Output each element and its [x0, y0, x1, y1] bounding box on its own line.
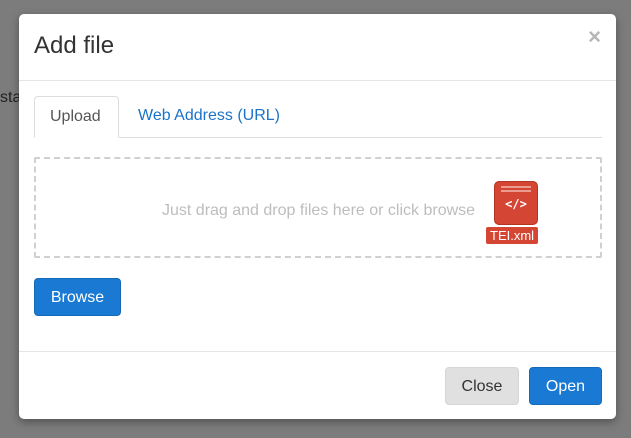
open-button[interactable]: Open [529, 367, 602, 405]
close-icon[interactable]: × [588, 26, 601, 48]
tab-bar: Upload Web Address (URL) [34, 96, 602, 138]
close-button[interactable]: Close [445, 367, 519, 405]
dialog-title: Add file [34, 32, 115, 59]
code-glyph: </> [505, 197, 527, 211]
tab-upload[interactable]: Upload [34, 96, 119, 138]
uploaded-file-thumbnail[interactable]: </> TEI.xml [486, 181, 546, 249]
footer-divider [19, 351, 616, 352]
add-file-dialog: Add file × Upload Web Address (URL) Just… [19, 14, 616, 419]
tab-web-address[interactable]: Web Address (URL) [123, 96, 295, 137]
dialog-header: Add file × [19, 14, 616, 81]
dropzone-hint: Just drag and drop files here or click b… [162, 202, 476, 219]
file-dropzone[interactable]: Just drag and drop files here or click b… [34, 157, 602, 258]
file-name-label: TEI.xml [486, 227, 539, 244]
browse-button[interactable]: Browse [34, 278, 121, 316]
code-file-icon: </> [494, 181, 538, 225]
